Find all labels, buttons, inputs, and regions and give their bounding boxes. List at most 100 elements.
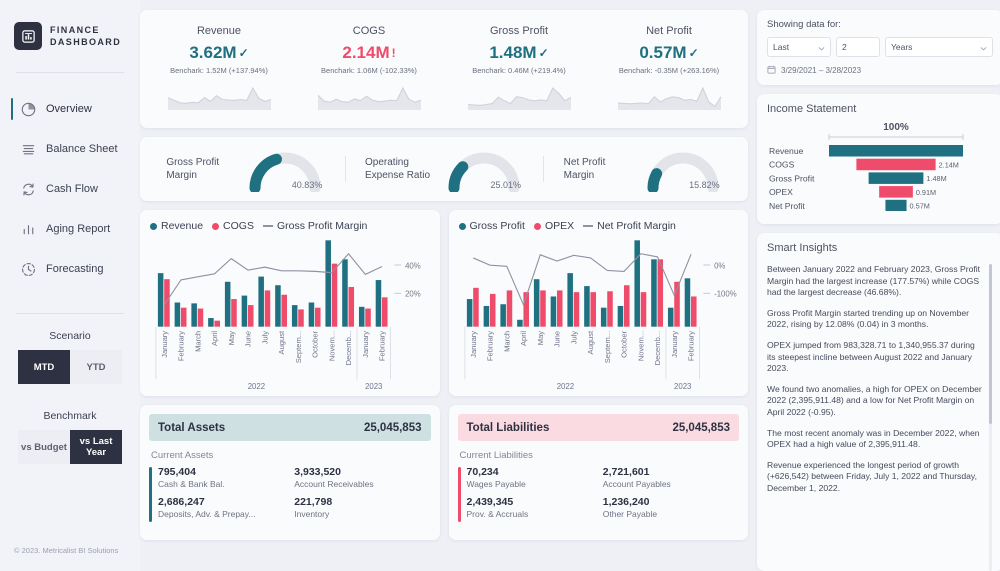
scenario-option-ytd[interactable]: YTD xyxy=(70,350,122,384)
divider xyxy=(16,313,124,314)
date-range-line: 3/29/2021 – 3/28/2023 xyxy=(767,65,993,76)
liability-item: 70,234 Wages Payable xyxy=(467,466,603,489)
benchmark-option-vs-budget[interactable]: vs Budget xyxy=(18,430,70,464)
main-area: Revenue 3.62M ✓ Benchark: 1.52M (+137.94… xyxy=(140,0,1000,571)
scenario-title: Scenario xyxy=(0,330,140,342)
svg-text:Novem...: Novem... xyxy=(636,331,645,361)
sidebar-item-balance-sheet[interactable]: Balance Sheet xyxy=(0,129,140,169)
kpi-value: 2.14M xyxy=(342,43,389,63)
liability-label: Prov. & Accruals xyxy=(467,509,603,519)
gauge-percent: 40.83% xyxy=(292,180,323,190)
liability-value: 2,721,601 xyxy=(603,466,739,478)
balance-row: Total Assets 25,045,853 Current Assets 7… xyxy=(140,405,748,540)
sidebar-item-label: Overview xyxy=(46,103,92,115)
kpi-value-wrap: 2.14M ! xyxy=(342,43,395,63)
chart-canvas[interactable]: 40%20%JanuaryFebruaryMarchAprilMayJuneJu… xyxy=(150,234,432,392)
gauge-label-line2: Margin xyxy=(564,170,595,181)
brand-line-1: FINANCE xyxy=(50,25,100,35)
sidebar-item-forecasting[interactable]: Forecasting xyxy=(0,249,140,289)
liability-label: Account Payables xyxy=(603,479,739,489)
gauge-arc: 15.82% xyxy=(644,146,722,192)
kpi-card-cogs[interactable]: COGS 2.14M ! Benchark: 1.06M (-102.33%) xyxy=(294,16,444,122)
current-liabilities-grid: 70,234 Wages Payable 2,439,345 Prov. & A… xyxy=(458,466,740,526)
scrollbar-thumb[interactable] xyxy=(989,264,992,424)
svg-text:Decemb...: Decemb... xyxy=(344,331,353,365)
legend-label: Gross Profit Margin xyxy=(277,220,367,232)
insight-item: Between January 2022 and February 2023, … xyxy=(767,264,984,299)
kpi-row: Revenue 3.62M ✓ Benchark: 1.52M (+137.94… xyxy=(140,10,748,128)
sidebar-nav: Overview Balance Sheet Cash Flow xyxy=(0,89,140,289)
asset-item: 2,686,247 Deposits, Adv. & Prepay... xyxy=(158,496,294,519)
list-lines-icon xyxy=(20,141,37,158)
svg-text:2.14M: 2.14M xyxy=(939,160,959,169)
range-count-input[interactable]: 2 xyxy=(836,37,880,57)
svg-text:Septem...: Septem... xyxy=(294,331,303,363)
liability-label: Wages Payable xyxy=(467,479,603,489)
insights-list[interactable]: Between January 2022 and February 2023, … xyxy=(767,264,993,571)
svg-text:June: June xyxy=(244,331,253,347)
liability-item: 2,721,601 Account Payables xyxy=(603,466,739,489)
svg-text:February: February xyxy=(177,331,186,362)
chevron-down-icon xyxy=(818,44,825,51)
calendar-icon xyxy=(767,65,776,76)
svg-text:2022: 2022 xyxy=(248,382,266,391)
filter-title: Showing data for: xyxy=(767,19,993,30)
legend-item-opex[interactable]: OPEX xyxy=(534,220,574,232)
svg-text:June: June xyxy=(552,331,561,347)
income-statement-chart[interactable]: 100%RevenueCOGS2.14MGross Profit1.48MOPE… xyxy=(767,119,993,211)
liabilities-column-right: 2,721,601 Account Payables 1,236,240 Oth… xyxy=(603,466,739,526)
accent-bar xyxy=(458,467,461,522)
benchmark-title: Benchmark xyxy=(0,410,140,422)
sidebar-item-aging-report[interactable]: Aging Report xyxy=(0,209,140,249)
sidebar-item-overview[interactable]: Overview xyxy=(0,89,140,129)
legend-item-gross-profit-margin[interactable]: Gross Profit Margin xyxy=(263,220,367,232)
current-assets-grid: 795,404 Cash & Bank Bal. 2,686,247 Depos… xyxy=(149,466,431,526)
legend-dot-icon xyxy=(150,223,157,230)
asset-value: 2,686,247 xyxy=(158,496,294,508)
kpi-title: COGS xyxy=(353,25,385,37)
legend-dot-icon xyxy=(534,223,541,230)
svg-text:1.48M: 1.48M xyxy=(926,174,946,183)
range-unit-select[interactable]: Years xyxy=(885,37,993,57)
date-filter-card: Showing data for: Last 2 Years xyxy=(757,10,1000,85)
legend-item-revenue[interactable]: Revenue xyxy=(150,220,203,232)
chart-canvas[interactable]: 0%-100%JanuaryFebruaryMarchAprilMayJuneJ… xyxy=(459,234,741,392)
svg-text:COGS: COGS xyxy=(769,160,795,170)
svg-text:July: July xyxy=(569,331,578,345)
svg-text:0.57M: 0.57M xyxy=(910,202,930,211)
total-liabilities-title: Total Liabilities xyxy=(467,422,550,434)
current-liabilities-label: Current Liabilities xyxy=(460,450,740,461)
scenario-option-mtd[interactable]: MTD xyxy=(18,350,70,384)
gauge-label-line2: Margin xyxy=(166,170,197,181)
svg-text:May: May xyxy=(536,331,545,346)
insight-item: Revenue experienced the longest period o… xyxy=(767,460,984,495)
sidebar-item-label: Balance Sheet xyxy=(46,143,118,155)
gauge-row: Gross Profit Margin 40.83% Operating Exp… xyxy=(140,137,748,201)
sidebar-item-cash-flow[interactable]: Cash Flow xyxy=(0,169,140,209)
gauge-percent: 15.82% xyxy=(689,180,720,190)
active-indicator xyxy=(11,218,13,240)
check-icon: ✓ xyxy=(689,46,699,60)
benchmark-option-vs-last-year[interactable]: vs Last Year xyxy=(70,430,122,464)
alert-icon: ! xyxy=(392,46,396,60)
range-mode-select[interactable]: Last xyxy=(767,37,831,57)
asset-item: 221,798 Inventory xyxy=(294,496,430,519)
kpi-card-revenue[interactable]: Revenue 3.62M ✓ Benchark: 1.52M (+137.94… xyxy=(144,16,294,122)
svg-text:August: August xyxy=(277,331,286,355)
compass-icon xyxy=(20,261,37,278)
insight-item: The most recent anomaly was in December … xyxy=(767,428,984,451)
left-column: Revenue 3.62M ✓ Benchark: 1.52M (+137.94… xyxy=(140,10,748,571)
legend-item-gross-profit[interactable]: Gross Profit xyxy=(459,220,525,232)
bar-chart-icon xyxy=(20,221,37,238)
current-assets-label: Current Assets xyxy=(151,450,431,461)
legend-item-net-profit-margin[interactable]: Net Profit Margin xyxy=(583,220,676,232)
kpi-card-net-profit[interactable]: Net Profit 0.57M ✓ Benchark: -0.35M (+26… xyxy=(594,16,744,122)
gauge-net-profit-margin: Net Profit Margin 15.82% xyxy=(543,146,742,192)
legend-item-cogs[interactable]: COGS xyxy=(212,220,254,232)
sparkline-revenue xyxy=(162,80,277,119)
kpi-card-gross-profit[interactable]: Gross Profit 1.48M ✓ Benchark: 0.46M (+2… xyxy=(444,16,594,122)
svg-text:April: April xyxy=(210,331,219,347)
svg-text:August: August xyxy=(586,331,595,355)
refresh-cycle-icon xyxy=(20,181,37,198)
bar-chart-icon xyxy=(14,22,42,50)
